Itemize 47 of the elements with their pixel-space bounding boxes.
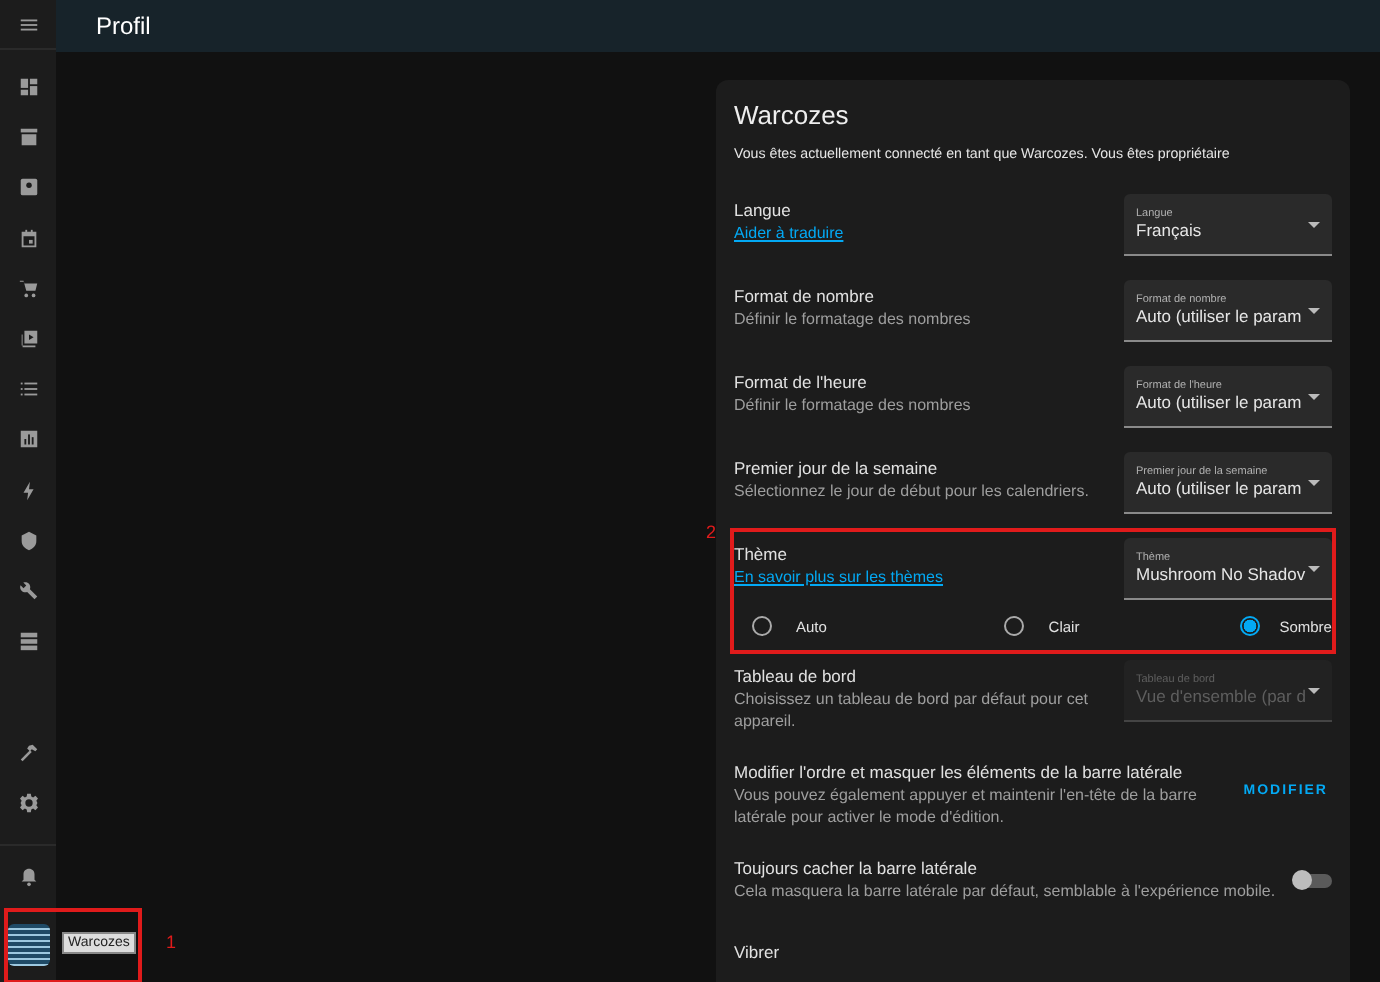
annotation-number: 1 — [166, 932, 177, 952]
setting-title: Toujours cacher la barre latérale — [734, 858, 979, 880]
store-icon[interactable] — [17, 126, 39, 149]
setting-title: Format de nombre — [734, 286, 876, 308]
radio-button[interactable] — [1239, 616, 1260, 636]
setting-description: Vous pouvez également appuyer et maintenir l'en-tête de la barre latérale pour activer le mode d'édition. — [734, 784, 1199, 828]
setting-title: Langue — [734, 200, 793, 222]
radio-button[interactable] — [752, 616, 772, 636]
setting-description: Choisissez un tableau de bord par défaut pour cet appareil. — [734, 688, 1091, 732]
caret-icon — [1308, 307, 1320, 313]
setting-title: Format de l'heure — [734, 372, 869, 394]
toggle-switch[interactable] — [1292, 868, 1332, 892]
caret-icon — [1308, 393, 1320, 399]
caret-icon — [1308, 565, 1320, 571]
setting-description: Définir le formatage des nombres — [734, 394, 973, 416]
setting-description: Cela masquera la barre latérale par défaut, semblable à l'expérience mobile. — [734, 880, 1276, 902]
list-icon[interactable] — [17, 378, 39, 401]
shield-icon[interactable] — [17, 529, 39, 552]
help-link[interactable]: Aider à traduire — [734, 222, 844, 244]
caret-icon — [1308, 687, 1320, 693]
dashboard-icon[interactable] — [17, 76, 39, 99]
settings-icon[interactable] — [17, 791, 39, 814]
wrench-icon[interactable] — [17, 579, 39, 602]
cart-icon[interactable] — [17, 277, 39, 300]
setting-title: Modifier l'ordre et masquer les éléments de la barre latérale — [734, 762, 1185, 784]
hammer-icon[interactable] — [17, 741, 39, 764]
chart-icon[interactable] — [17, 428, 39, 451]
server-icon[interactable] — [17, 630, 39, 653]
setting-title: Thème — [734, 544, 789, 566]
help-link[interactable]: En savoir plus sur les thèmes — [734, 566, 943, 588]
page-title: Profil — [96, 12, 151, 40]
bell-icon[interactable] — [17, 865, 39, 887]
person-card-icon[interactable] — [17, 176, 39, 199]
highlight-frame — [4, 908, 142, 982]
play-icon[interactable] — [17, 328, 39, 351]
calendar-icon[interactable] — [17, 227, 39, 250]
setting-title: Vibrer — [734, 942, 782, 964]
caret-icon — [1308, 221, 1320, 227]
radio-button[interactable] — [1004, 616, 1025, 636]
setting-title: Premier jour de la semaine — [734, 458, 940, 480]
caret-icon — [1308, 479, 1320, 485]
annotation-number: 2 — [706, 522, 717, 542]
setting-title: Tableau de bord — [734, 666, 858, 688]
card-title: Warcozes — [734, 100, 851, 130]
setting-description: Sélectionnez le jour de début pour les calendriers. — [734, 480, 1091, 502]
user-avatar[interactable] — [8, 923, 50, 965]
setting-description: Définir le formatage des nombres — [734, 308, 973, 330]
